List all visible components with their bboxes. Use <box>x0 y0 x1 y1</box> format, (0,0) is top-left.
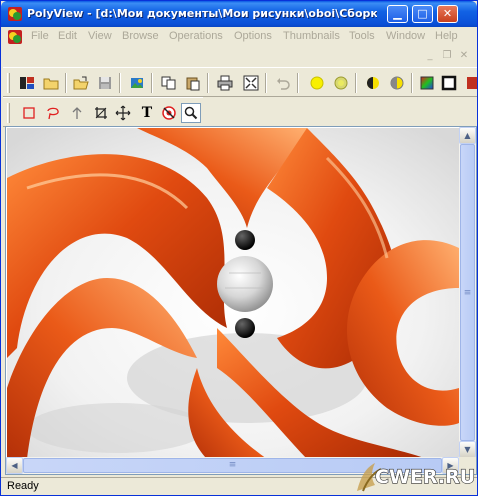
undo-button[interactable] <box>273 73 293 93</box>
mdi-restore-button[interactable]: ❐ <box>441 50 453 62</box>
brightness-decrease-button[interactable] <box>331 73 351 93</box>
toolbar-separator <box>297 73 299 93</box>
open-file-icon <box>73 76 89 90</box>
window-title: PolyView - [d:\Мои документы\Мои рисунки… <box>27 7 377 20</box>
cwer-watermark-logo: CWER.RU <box>357 463 475 492</box>
thumbnail-browse-icon <box>20 77 34 89</box>
acquire-image-icon <box>131 78 143 88</box>
paste-icon <box>186 77 200 91</box>
lasso-select-button[interactable] <box>43 103 63 123</box>
save-icon <box>99 77 111 89</box>
print-icon <box>217 75 233 91</box>
toolbar-separator <box>119 73 121 93</box>
open-file-button[interactable] <box>71 73 91 93</box>
brightness-increase-button[interactable] <box>307 73 327 93</box>
toolbar-grip[interactable] <box>7 103 10 123</box>
toolbar-separator <box>411 73 413 93</box>
brightness-decrease-icon <box>334 76 348 90</box>
image-canvas[interactable] <box>7 128 459 459</box>
color-balance-icon <box>420 76 434 90</box>
toolbar-separator <box>151 73 153 93</box>
main-toolbar <box>3 67 477 97</box>
menu-browse[interactable]: Browse <box>122 30 159 42</box>
frame-icon <box>441 75 457 91</box>
rectangle-select-icon <box>23 107 35 119</box>
scroll-left-button[interactable]: ◀ <box>6 457 23 474</box>
acquire-image-button[interactable] <box>127 73 147 93</box>
fit-to-window-button[interactable] <box>241 73 261 93</box>
paste-button[interactable] <box>183 73 203 93</box>
menu-operations[interactable]: Operations <box>169 30 223 42</box>
mdi-close-button[interactable]: ✕ <box>458 50 470 62</box>
vertical-scrollbar[interactable]: ▲ ≡ ▼ <box>459 127 476 458</box>
title-bar[interactable]: PolyView - [d:\Мои документы\Мои рисунки… <box>1 1 477 27</box>
brightness-increase-icon <box>310 76 324 90</box>
app-icon[interactable] <box>7 6 23 22</box>
toolbar-separator <box>265 73 267 93</box>
red-eye-icon <box>162 106 176 120</box>
extra-tool-button[interactable] <box>463 73 477 93</box>
rectangle-select-button[interactable] <box>19 103 39 123</box>
text-tool-button[interactable]: T <box>137 103 157 123</box>
contrast-increase-icon <box>367 77 379 89</box>
arrow-button[interactable] <box>67 103 87 123</box>
color-balance-button[interactable] <box>417 73 437 93</box>
toolbar-separator <box>355 73 357 93</box>
extra-tool-icon <box>467 77 477 89</box>
move-button[interactable] <box>113 103 133 123</box>
close-button[interactable]: ✕ <box>437 5 458 23</box>
mdi-minimize-button[interactable]: _ <box>424 50 436 62</box>
crop-button[interactable] <box>91 103 111 123</box>
document-icon[interactable] <box>7 29 23 45</box>
print-button[interactable] <box>215 73 235 93</box>
crop-icon <box>95 107 107 119</box>
move-icon <box>115 105 131 121</box>
contrast-decrease-icon <box>390 76 404 90</box>
menu-tools[interactable]: Tools <box>349 30 375 42</box>
contrast-increase-button[interactable] <box>363 73 383 93</box>
fit-to-window-icon <box>243 75 259 91</box>
thumbnail-browse-button[interactable] <box>17 73 37 93</box>
document-view: ▲ ≡ ▼ ◀ ≡ ▶ <box>5 126 477 475</box>
menu-help[interactable]: Help <box>435 30 458 42</box>
vertical-scroll-thumb[interactable]: ≡ <box>460 144 475 441</box>
minimize-button[interactable]: ▁ <box>387 5 408 23</box>
zoom-icon <box>184 106 198 120</box>
maximize-button[interactable]: □ <box>412 5 433 23</box>
toolbar-separator <box>207 73 209 93</box>
toolbar-grip[interactable] <box>7 73 10 93</box>
svg-text:CWER.RU: CWER.RU <box>375 466 475 488</box>
save-button[interactable] <box>95 73 115 93</box>
open-folder-button[interactable] <box>41 73 61 93</box>
menu-edit[interactable]: Edit <box>58 30 77 42</box>
arrow-icon <box>72 107 82 119</box>
menu-window[interactable]: Window <box>386 30 425 42</box>
contrast-decrease-button[interactable] <box>387 73 407 93</box>
lasso-select-icon <box>47 107 59 120</box>
toolbar-separator <box>65 73 67 93</box>
tools-toolbar: T <box>3 97 203 127</box>
polyview-window: PolyView - [d:\Мои документы\Мои рисунки… <box>0 0 478 496</box>
status-text: Ready <box>7 480 39 492</box>
menu-file[interactable]: File <box>31 30 49 42</box>
undo-icon <box>277 78 290 90</box>
copy-button[interactable] <box>159 73 179 93</box>
scroll-up-button[interactable]: ▲ <box>459 127 476 144</box>
zoom-button[interactable] <box>181 103 201 123</box>
copy-icon <box>161 76 176 90</box>
menu-view[interactable]: View <box>88 30 112 42</box>
frame-button[interactable] <box>439 73 459 93</box>
menu-thumbnails[interactable]: Thumbnails <box>283 30 340 42</box>
open-folder-icon <box>43 78 59 90</box>
red-eye-button[interactable] <box>159 103 179 123</box>
menu-options[interactable]: Options <box>234 30 272 42</box>
wallpaper-image <box>7 128 459 459</box>
menu-bar: File Edit View Browse Operations Options… <box>1 27 477 47</box>
